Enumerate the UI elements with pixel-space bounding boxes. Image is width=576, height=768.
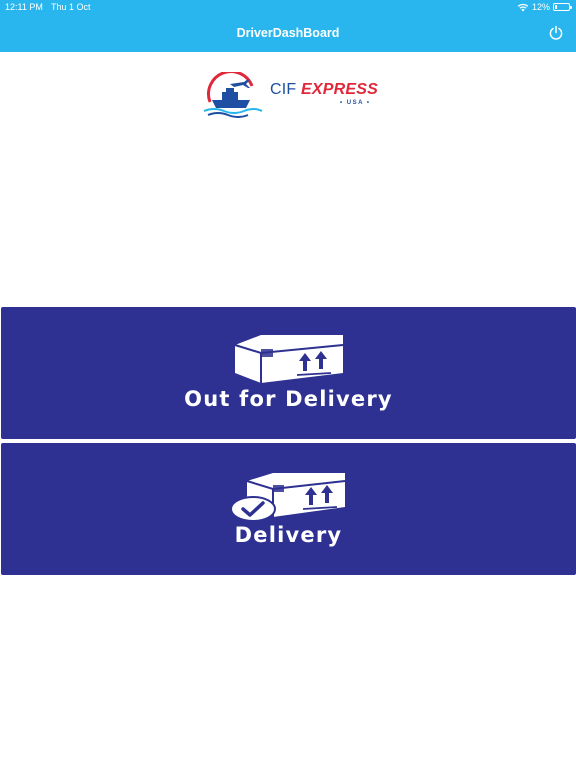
package-delivered-icon bbox=[229, 473, 345, 522]
battery-level bbox=[555, 5, 557, 9]
delivery-label: Delivery bbox=[234, 523, 343, 547]
battery-percent: 12% bbox=[531, 2, 550, 12]
battery-icon bbox=[553, 3, 572, 11]
ship-plane-logo-icon bbox=[203, 72, 263, 118]
wifi-icon bbox=[517, 3, 529, 11]
status-indicators: 12% bbox=[517, 1, 572, 13]
status-time: 12:11 PM bbox=[5, 2, 43, 12]
logo-usa-text: USA bbox=[346, 100, 364, 106]
status-date: Thu 1 Oct bbox=[51, 2, 91, 12]
logo-wordmark: CIF EXPRESS bbox=[270, 81, 378, 99]
power-icon[interactable] bbox=[548, 25, 564, 41]
package-upload-icon bbox=[234, 335, 343, 383]
page-title: DriverDashBoard bbox=[236, 26, 340, 40]
driver-dashboard-screen: 12:11 PM Thu 1 Oct 12% DriverDashBoard C… bbox=[0, 0, 576, 768]
delivery-button[interactable]: Delivery bbox=[1, 443, 576, 575]
logo-express: EXPRESS bbox=[301, 81, 379, 98]
logo-cif: CIF bbox=[270, 81, 297, 98]
out-for-delivery-label: Out for Delivery bbox=[184, 387, 393, 411]
logo-usa: • USA • bbox=[340, 100, 371, 106]
navigation-bar: 12:11 PM Thu 1 Oct 12% DriverDashBoard bbox=[0, 0, 576, 52]
company-logo: CIF EXPRESS • USA • bbox=[200, 72, 380, 118]
out-for-delivery-button[interactable]: Out for Delivery bbox=[1, 307, 576, 439]
